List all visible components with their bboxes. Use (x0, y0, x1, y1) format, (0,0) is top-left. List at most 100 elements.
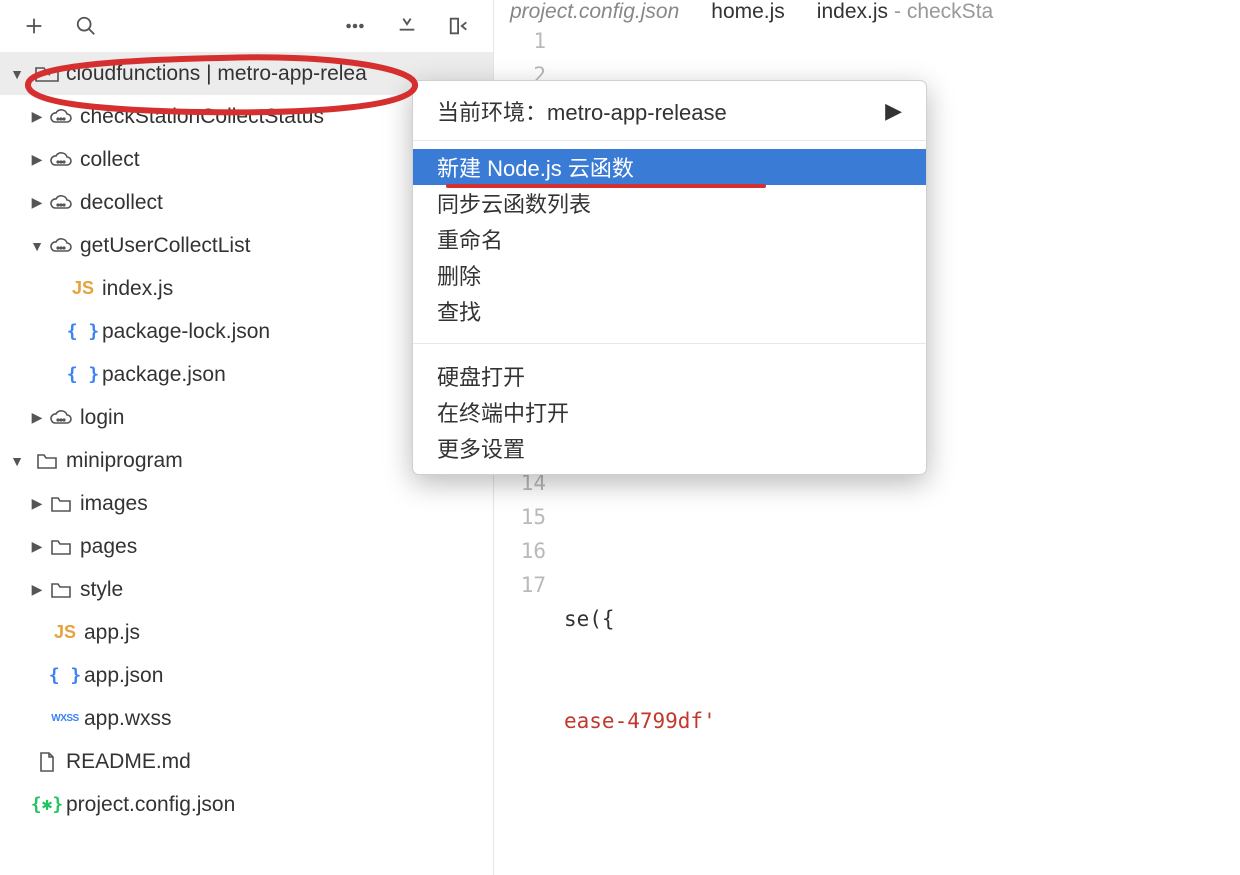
json-icon: { } (50, 665, 80, 686)
menu-label: 更多设置 (437, 432, 525, 464)
more-button[interactable] (331, 2, 379, 50)
folder-icon (46, 581, 76, 599)
js-icon: JS (68, 278, 98, 299)
plus-icon (23, 15, 45, 37)
line-number: 16 (494, 534, 546, 568)
tree-label: checkStationCollectStatus (80, 105, 324, 129)
line-number: 15 (494, 500, 546, 534)
tree-label: pages (80, 535, 137, 559)
tree-label: collect (80, 148, 140, 172)
context-menu-header-text: 当前环境：metro-app-release (437, 95, 727, 127)
json-icon: { } (68, 364, 98, 385)
tree-label: decollect (80, 191, 163, 215)
context-menu-header[interactable]: 当前环境：metro-app-release ▶ (413, 81, 926, 141)
menu-label: 新建 Node.js 云函数 (437, 151, 634, 183)
tree-label: app.json (84, 664, 163, 688)
menu-delete[interactable]: 删除 (413, 257, 926, 293)
tree-label: app.js (84, 621, 140, 645)
sidebar-toolbar (0, 0, 493, 52)
cloud-icon (46, 238, 76, 254)
tree-app-wxss[interactable]: WXSS app.wxss (0, 697, 493, 740)
tree-pages[interactable]: ▶ pages (0, 525, 493, 568)
context-menu-group: 硬盘打开 在终端中打开 更多设置 (413, 350, 926, 474)
tree-label: app.wxss (84, 707, 172, 731)
tree-label: project.config.json (66, 793, 235, 817)
config-icon: {✱} (32, 794, 62, 815)
folder-icon (32, 452, 62, 470)
menu-separator (413, 343, 926, 344)
tree-project-config[interactable]: {✱} project.config.json (0, 783, 493, 826)
tree-label: package.json (102, 363, 226, 387)
search-icon (75, 15, 97, 37)
wxss-icon: WXSS (50, 713, 80, 724)
chevron-right-icon: ▶ (28, 538, 46, 555)
chevron-down-icon: ▼ (28, 238, 46, 254)
menu-sync-cloudfn-list[interactable]: 同步云函数列表 (413, 185, 926, 221)
chevron-right-icon: ▶ (28, 409, 46, 426)
chevron-right-icon: ▶ (885, 98, 902, 124)
menu-rename[interactable]: 重命名 (413, 221, 926, 257)
chevron-down-icon: ▼ (8, 453, 26, 469)
tab-suffix: - checkSta (894, 0, 993, 24)
js-icon: JS (50, 622, 80, 643)
menu-more-settings[interactable]: 更多设置 (413, 430, 926, 466)
cloud-icon (46, 109, 76, 125)
add-button[interactable] (10, 2, 58, 50)
cloud-icon (46, 152, 76, 168)
cloud-icon (46, 410, 76, 426)
chevron-right-icon: ▶ (28, 581, 46, 598)
cloud-folder-icon (32, 64, 62, 84)
tree-label: miniprogram (66, 449, 183, 473)
chevron-right-icon: ▶ (28, 108, 46, 125)
menu-label: 查找 (437, 295, 481, 327)
search-button[interactable] (62, 2, 110, 50)
tree-app-js[interactable]: JS app.js (0, 611, 493, 654)
collapse-button[interactable] (383, 2, 431, 50)
menu-label: 硬盘打开 (437, 360, 525, 392)
tab-index-js[interactable]: index.js - checkSta (801, 0, 1009, 24)
file-icon (32, 751, 62, 773)
chevron-right-icon: ▶ (28, 151, 46, 168)
context-menu: 当前环境：metro-app-release ▶ 新建 Node.js 云函数 … (412, 80, 927, 475)
tree-label: cloudfunctions | metro-app-relea (66, 62, 367, 86)
code-text: se({ (564, 607, 615, 631)
tab-label: index.js (817, 0, 888, 24)
tree-label: README.md (66, 750, 191, 774)
tree-label: images (80, 492, 148, 516)
tab-label: home.js (711, 0, 785, 24)
tab-label: project.config.json (510, 0, 679, 24)
menu-new-nodejs-cloudfn[interactable]: 新建 Node.js 云函数 (413, 149, 926, 185)
tree-label: login (80, 406, 124, 430)
json-icon: { } (68, 321, 98, 342)
menu-label: 同步云函数列表 (437, 187, 591, 219)
chevron-right-icon: ▶ (28, 194, 46, 211)
code-text: ease-4799df' (564, 709, 716, 733)
tree-style[interactable]: ▶ style (0, 568, 493, 611)
tree-images[interactable]: ▶ images (0, 482, 493, 525)
line-number: 17 (494, 568, 546, 602)
folder-icon (46, 538, 76, 556)
tree-label: index.js (102, 277, 173, 301)
line-number: 1 (494, 24, 546, 58)
panel-icon (448, 15, 470, 37)
context-menu-group: 新建 Node.js 云函数 同步云函数列表 重命名 删除 查找 (413, 141, 926, 337)
tab-project-config[interactable]: project.config.json (494, 0, 695, 24)
folder-icon (46, 495, 76, 513)
tree-label: style (80, 578, 123, 602)
tree-readme[interactable]: README.md (0, 740, 493, 783)
tree-label: getUserCollectList (80, 234, 250, 258)
panel-toggle-button[interactable] (435, 2, 483, 50)
cloud-icon (46, 195, 76, 211)
editor-tabs: project.config.json home.js index.js - c… (494, 0, 1240, 24)
collapse-icon (396, 15, 418, 37)
menu-find[interactable]: 查找 (413, 293, 926, 329)
tree-app-json[interactable]: { } app.json (0, 654, 493, 697)
chevron-right-icon: ▶ (28, 495, 46, 512)
menu-label: 重命名 (437, 223, 503, 255)
menu-label: 在终端中打开 (437, 396, 569, 428)
tree-label: package-lock.json (102, 320, 270, 344)
tab-home-js[interactable]: home.js (695, 0, 801, 24)
chevron-down-icon: ▼ (8, 66, 26, 82)
menu-open-in-terminal[interactable]: 在终端中打开 (413, 394, 926, 430)
menu-open-in-disk[interactable]: 硬盘打开 (413, 358, 926, 394)
